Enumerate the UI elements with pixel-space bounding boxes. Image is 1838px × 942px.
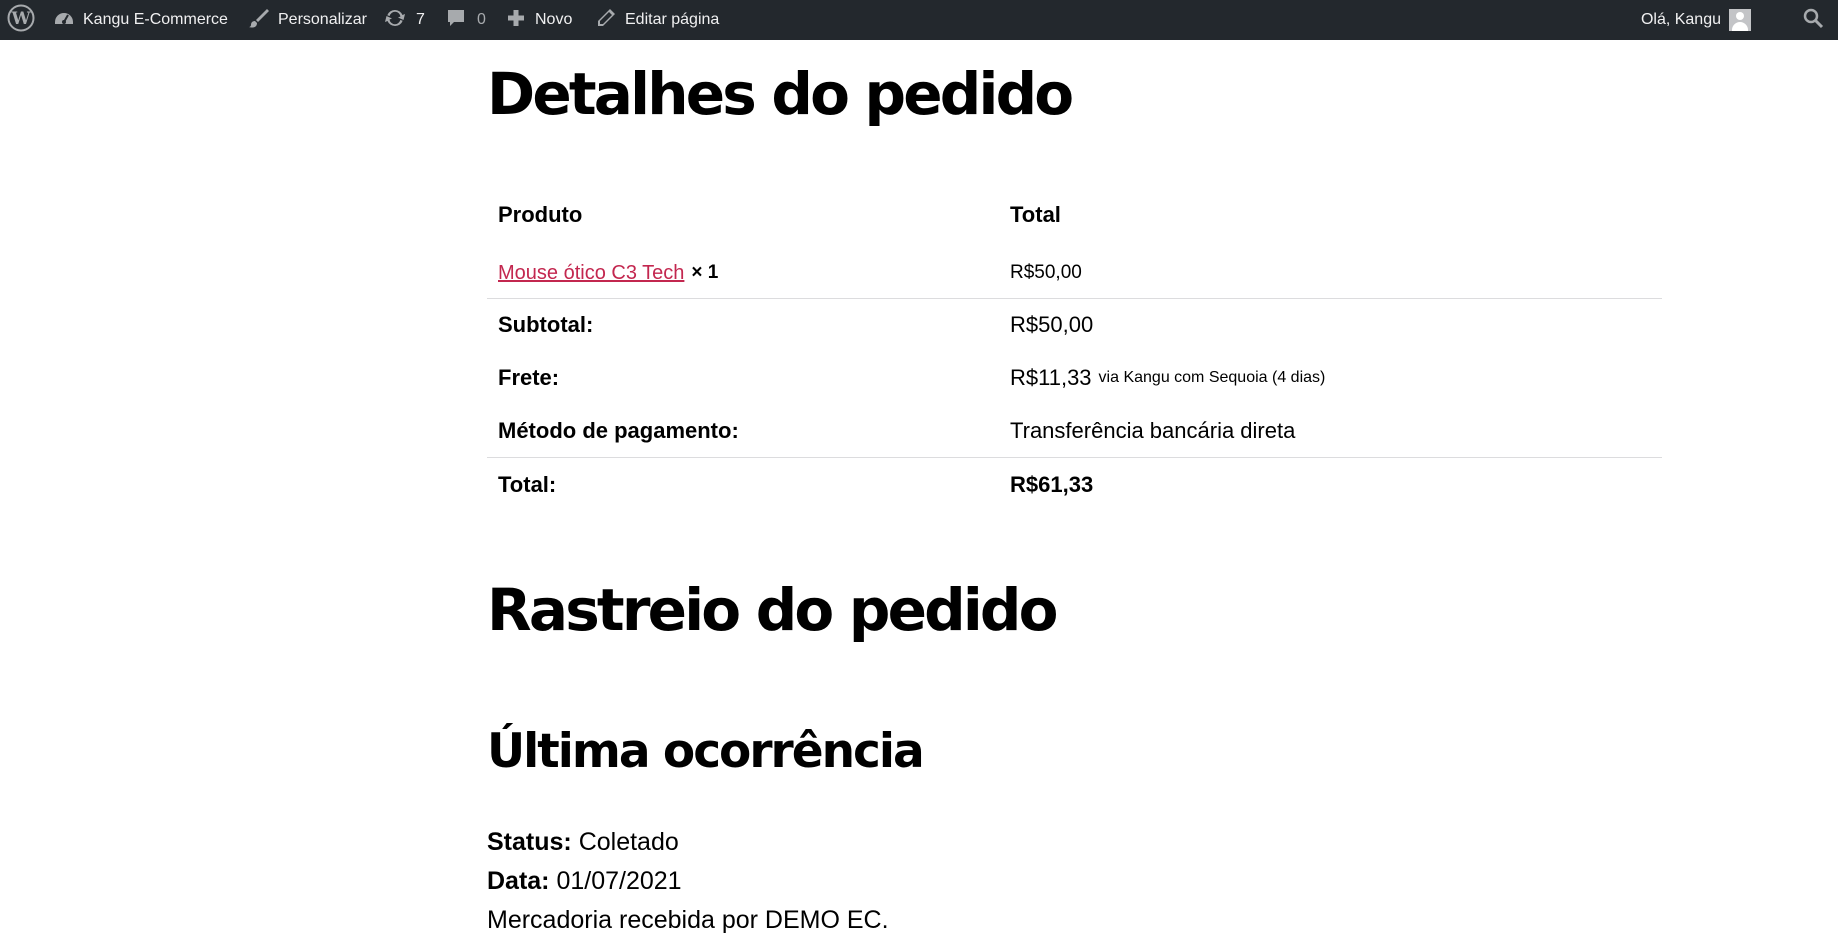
updates-count: 7 <box>416 11 425 28</box>
product-total: R$50,00 <box>1010 262 1082 283</box>
wordpress-icon: W <box>7 4 35 37</box>
site-name-menu[interactable]: Kangu E-Commerce <box>53 0 228 40</box>
edit-page-label: Editar página <box>625 11 720 28</box>
shipping-label: Frete: <box>498 364 560 390</box>
shipping-value: R$11,33 <box>1010 364 1092 390</box>
last-occurrence-title: Última ocorrência <box>487 724 925 779</box>
comments-count: 0 <box>477 11 486 28</box>
product-cell: Mouse ótico C3 Tech × 1 <box>498 248 718 298</box>
status-label: Status: <box>487 828 572 856</box>
brush-icon <box>248 7 270 34</box>
tracking-details: Status: Coletado Data: 01/07/2021 Mercad… <box>487 823 889 940</box>
pencil-icon <box>595 7 617 34</box>
date-label: Data: <box>487 867 550 895</box>
column-product: Produto <box>498 202 583 227</box>
comment-icon <box>445 7 467 34</box>
tracking-date-line: Data: 01/07/2021 <box>487 862 889 901</box>
total-row: Total: R$61,33 <box>487 457 1662 512</box>
total-label: Total: <box>498 471 557 497</box>
date-value: 01/07/2021 <box>556 867 682 895</box>
tracking-title: Rastreio do pedido <box>487 576 1058 644</box>
new-label: Novo <box>535 11 573 28</box>
table-row: Mouse ótico C3 Tech × 1 R$50,00 <box>487 248 1662 298</box>
shipping-cell: R$11,33 via Kangu com Sequoia (4 dias) <box>1010 351 1325 404</box>
greeting-label: Olá, Kangu <box>1640 11 1721 28</box>
product-quantity: × 1 <box>691 262 719 283</box>
plus-icon <box>505 7 527 34</box>
order-details-title: Detalhes do pedido <box>487 60 1074 128</box>
table-header: Produto Total <box>487 182 1662 248</box>
site-name-label: Kangu E-Commerce <box>83 11 228 28</box>
payment-row: Método de pagamento: Transferência bancá… <box>487 404 1662 457</box>
subtotal-label: Subtotal: <box>498 311 594 337</box>
subtotal-row: Subtotal: R$50,00 <box>487 298 1662 351</box>
subtotal-value: R$50,00 <box>1010 311 1094 337</box>
product-link[interactable]: Mouse ótico C3 Tech <box>498 262 684 285</box>
column-total: Total <box>1010 202 1061 227</box>
search-button[interactable] <box>1802 0 1824 40</box>
updates-icon <box>384 7 406 34</box>
avatar <box>1729 9 1751 31</box>
wordpress-menu[interactable]: W <box>7 0 35 40</box>
tracking-status-line: Status: Coletado <box>487 823 889 862</box>
my-account-menu[interactable]: Olá, Kangu <box>1641 0 1751 40</box>
search-icon <box>1802 7 1824 34</box>
customize-label: Personalizar <box>278 11 367 28</box>
total-value: R$61,33 <box>1010 471 1094 497</box>
payment-value: Transferência bancária direta <box>1010 417 1296 443</box>
new-content-button[interactable]: Novo <box>505 0 572 40</box>
status-value: Coletado <box>578 828 679 856</box>
shipping-method-note: via Kangu com Sequoia (4 dias) <box>1098 368 1326 386</box>
dashboard-icon <box>53 7 75 34</box>
svg-text:W: W <box>10 9 31 29</box>
updates-button[interactable]: 7 <box>384 0 425 40</box>
shipping-row: Frete: R$11,33 via Kangu com Sequoia (4 … <box>487 351 1662 404</box>
order-details-table: Produto Total Mouse ótico C3 Tech × 1 R$… <box>487 182 1662 512</box>
comments-button[interactable]: 0 <box>445 0 486 40</box>
admin-bar: W Kangu E-Commerce Personalizar 7 0 Novo… <box>0 0 1838 40</box>
payment-label: Método de pagamento: <box>498 417 739 443</box>
customize-button[interactable]: Personalizar <box>248 0 367 40</box>
tracking-description: Mercadoria recebida por DEMO EC. <box>487 906 889 934</box>
edit-page-button[interactable]: Editar página <box>595 0 719 40</box>
